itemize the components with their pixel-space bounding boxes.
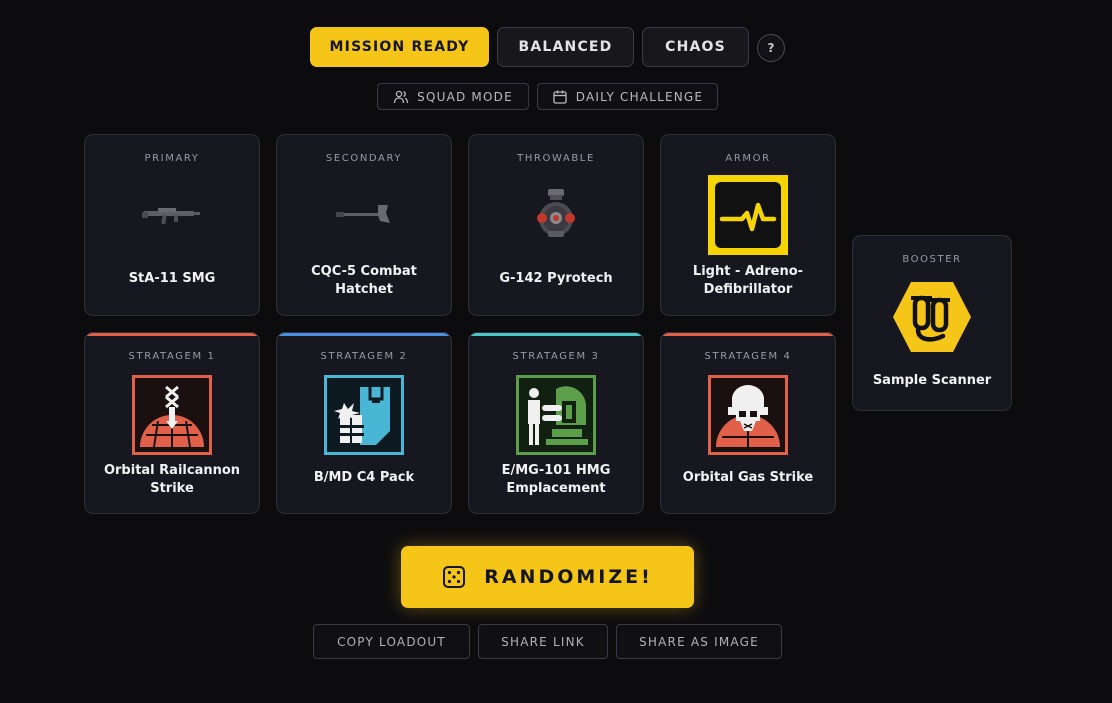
stratagem-1-card[interactable]: STRATAGEM 1 Orbital Railcannon Strike	[84, 332, 260, 514]
orbital-gas-strike-icon	[708, 375, 788, 455]
orbital-railcannon-icon	[132, 375, 212, 455]
daily-challenge-label: DAILY CHALLENGE	[575, 89, 704, 104]
hmg-emplacement-icon	[516, 375, 596, 455]
squad-mode-button[interactable]: SQUAD MODE	[377, 83, 529, 110]
help-button[interactable]: ?	[757, 34, 785, 62]
dice-icon	[443, 566, 466, 588]
mode-selector: MISSION READY BALANCED CHAOS ?	[0, 27, 1112, 67]
stratagem-accent-bar	[277, 333, 451, 336]
card-category: STRATAGEM 3	[512, 351, 600, 362]
randomize-label: RANDOMIZE!	[484, 566, 653, 588]
daily-challenge-button[interactable]: DAILY CHALLENGE	[537, 83, 718, 110]
card-category: STRATAGEM 1	[128, 351, 216, 362]
card-item-name: CQC-5 Combat Hatchet	[311, 264, 417, 297]
card-category: BOOSTER	[902, 254, 962, 265]
users-icon	[393, 90, 409, 103]
card-category: STRATAGEM 2	[320, 351, 408, 362]
card-item-name: G-142 Pyrotech	[499, 271, 613, 286]
randomize-button[interactable]: RANDOMIZE!	[401, 546, 694, 608]
armor-card[interactable]: ARMOR Light - Adreno-Defibrillator	[660, 134, 836, 316]
squad-mode-label: SQUAD MODE	[417, 89, 513, 104]
stratagem-3-card[interactable]: STRATAGEM 3 E/MG-101 HMG Emplacement	[468, 332, 644, 514]
hatchet-icon	[336, 205, 390, 223]
throwable-card[interactable]: THROWABLE G-142 Pyrotech	[468, 134, 644, 316]
primary-card[interactable]: PRIMARY StA-11 SMG	[84, 134, 260, 316]
card-item-name: Light - Adreno-Defibrillator	[692, 264, 804, 297]
mode-chaos-button[interactable]: CHAOS	[642, 27, 749, 67]
card-category: PRIMARY	[144, 153, 200, 164]
share-link-button[interactable]: SHARE LINK	[478, 624, 608, 659]
copy-loadout-button[interactable]: COPY LOADOUT	[313, 624, 470, 659]
card-item-name: Orbital Gas Strike	[682, 470, 814, 485]
card-item-name: B/MD C4 Pack	[313, 470, 415, 485]
card-item-name: E/MG-101 HMG Emplacement	[501, 463, 611, 496]
booster-card[interactable]: BOOSTER Sample Scanner	[852, 235, 1012, 411]
sample-scanner-icon	[893, 282, 971, 352]
mode-balanced-button[interactable]: BALANCED	[497, 27, 634, 67]
stratagem-2-card[interactable]: STRATAGEM 2 B/MD C4 Pack	[276, 332, 452, 514]
card-category: STRATAGEM 4	[704, 351, 792, 362]
share-as-image-button[interactable]: SHARE AS IMAGE	[616, 624, 782, 659]
smg-icon	[142, 208, 200, 225]
stratagem-4-card[interactable]: STRATAGEM 4 Orbital Gas Strike	[660, 332, 836, 514]
card-item-name: Sample Scanner	[872, 373, 992, 388]
calendar-icon	[553, 90, 567, 104]
stratagem-accent-bar	[85, 333, 259, 336]
card-category: ARMOR	[725, 153, 771, 164]
c4-pack-icon	[324, 375, 404, 455]
card-category: SECONDARY	[325, 153, 403, 164]
card-item-name: Orbital Railcannon Strike	[103, 463, 241, 496]
card-item-name: StA-11 SMG	[128, 271, 216, 286]
stratagem-accent-bar	[469, 333, 643, 336]
defibrillator-icon	[708, 175, 788, 255]
secondary-card[interactable]: SECONDARY CQC-5 Combat Hatchet	[276, 134, 452, 316]
card-category: THROWABLE	[517, 153, 595, 164]
grenade-icon	[537, 189, 575, 237]
stratagem-accent-bar	[661, 333, 835, 336]
mode-mission-ready-button[interactable]: MISSION READY	[310, 27, 489, 67]
